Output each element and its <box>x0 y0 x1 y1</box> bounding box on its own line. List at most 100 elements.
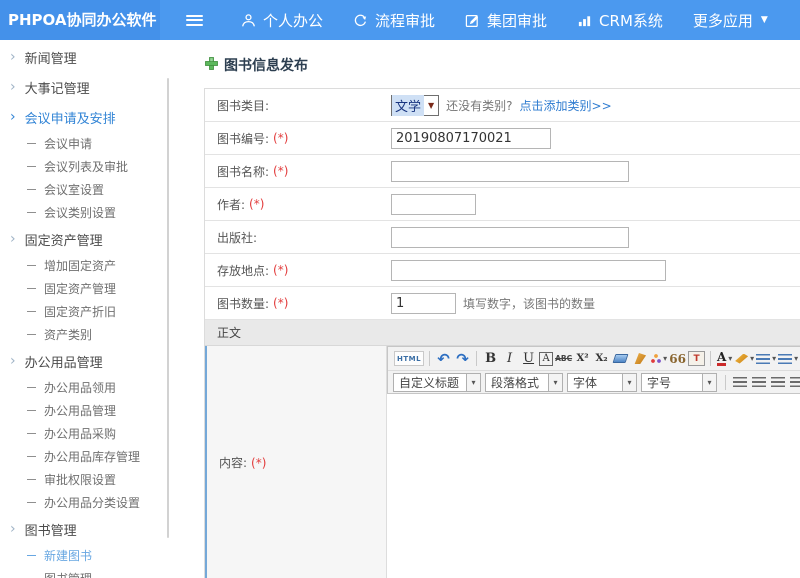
caret-down-icon: ▾ <box>728 354 732 363</box>
book-category-select[interactable]: 文学 ▼ <box>391 95 439 116</box>
strikethrough-button[interactable]: ABC <box>555 349 572 368</box>
font-style-button[interactable]: A <box>539 352 553 366</box>
sidebar-item-label: 图书管理 <box>44 570 92 578</box>
sidebar-item-meeting-category-settings[interactable]: 会议类别设置 <box>0 201 178 224</box>
required-marker: (*) <box>249 197 264 211</box>
paste-as-text-button[interactable]: T <box>688 351 705 366</box>
sidebar-item-fixed-assets[interactable]: › 固定资产管理 <box>0 224 178 254</box>
sidebar-item-book-management[interactable]: ›图书管理 <box>0 514 178 544</box>
caret-down-icon: ▾ <box>622 374 636 391</box>
book-number-input[interactable] <box>391 128 551 149</box>
sidebar-item-fixed-asset-depreciation[interactable]: 固定资产折旧 <box>0 300 178 323</box>
sidebar-item-meeting-apply-arrange[interactable]: ›会议申请及安排 <box>0 102 178 132</box>
nav-personal-office[interactable]: 个人办公 <box>241 10 323 31</box>
sidebar-item-label: 大事记管理 <box>25 78 90 97</box>
book-quantity-input[interactable] <box>391 293 456 314</box>
sidebar-item-book-management-sub[interactable]: 图书管理 <box>0 567 178 578</box>
sidebar-item-supplies-claim[interactable]: 办公用品领用 <box>0 376 178 399</box>
sidebar-item-meeting-room-settings[interactable]: 会议室设置 <box>0 178 178 201</box>
sidebar-item-label: 办公用品采购 <box>44 425 116 442</box>
toolbar-separator <box>429 351 430 366</box>
html-source-button[interactable]: HTML <box>394 351 424 366</box>
italic-button[interactable]: I <box>501 349 518 368</box>
align-left-button[interactable] <box>731 373 748 392</box>
storage-location-input[interactable] <box>391 260 666 281</box>
broom-icon <box>633 353 646 364</box>
ordered-list-button[interactable]: ▾ <box>756 349 776 368</box>
format-paint-button[interactable]: ▾ <box>650 349 667 368</box>
sidebar-item-office-supplies[interactable]: ›办公用品管理 <box>0 346 178 376</box>
book-number-row: 图书编号:(*) <box>205 122 800 155</box>
chevron-right-icon: › <box>10 110 16 124</box>
dash-icon <box>27 456 36 457</box>
unordered-list-button[interactable]: ▾ <box>778 349 798 368</box>
select-caret-icon: ▼ <box>424 101 438 110</box>
sidebar-scrollbar[interactable] <box>167 78 169 538</box>
undo-button[interactable]: ↶ <box>435 349 452 368</box>
bold-button[interactable]: B <box>482 349 499 368</box>
sidebar-item-fixed-asset-management[interactable]: 固定资产管理 <box>0 277 178 300</box>
align-center-button[interactable] <box>750 373 767 392</box>
redo-button[interactable]: ↷ <box>454 349 471 368</box>
dash-icon <box>27 334 36 335</box>
field-label: 图书编号:(*) <box>205 130 385 147</box>
caret-down-icon: ▾ <box>794 354 798 363</box>
superscript-button[interactable]: X² <box>574 349 591 368</box>
edit-icon <box>465 13 480 28</box>
paragraph-format-select[interactable]: 段落格式▾ <box>485 373 563 392</box>
font-size-select[interactable]: 字号▾ <box>641 373 717 392</box>
sidebar-item-label: 办公用品分类设置 <box>44 494 140 511</box>
sidebar-item-label: 资产类别 <box>44 326 92 343</box>
sidebar-item-approval-permission-settings[interactable]: 审批权限设置 <box>0 468 178 491</box>
sidebar-item-events-management[interactable]: › 大事记管理 <box>0 72 178 102</box>
sidebar-item-news-management[interactable]: ›新闻管理 <box>0 42 178 72</box>
add-category-link[interactable]: 点击添加类别>> <box>520 97 612 114</box>
nav-group-approval[interactable]: 集团审批 <box>465 10 547 31</box>
format-brush-button[interactable] <box>631 349 648 368</box>
publisher-input[interactable] <box>391 227 629 248</box>
sidebar-item-supplies-inventory[interactable]: 办公用品库存管理 <box>0 445 178 468</box>
dash-icon <box>27 311 36 312</box>
sidebar-item-label: 审批权限设置 <box>44 471 116 488</box>
editor-content-area[interactable] <box>387 394 800 578</box>
label-text: 图书编号: <box>217 130 269 147</box>
page-title-text: 图书信息发布 <box>224 55 308 75</box>
ordered-list-icon <box>756 354 770 364</box>
sidebar-item-meeting-list-approval[interactable]: 会议列表及审批 <box>0 155 178 178</box>
blockquote-button[interactable]: 66 <box>669 349 686 368</box>
dash-icon <box>27 265 36 266</box>
custom-title-select[interactable]: 自定义标题▾ <box>393 373 481 392</box>
sidebar-item-label: 会议室设置 <box>44 181 104 198</box>
chevron-right-icon: › <box>10 80 16 94</box>
main-content: 图书信息发布 图书类目: 文学 ▼ 还没有类别? 点击添加类别>> 图书编号:(… <box>204 40 800 578</box>
select-value: 字体 <box>568 374 622 391</box>
highlight-pen-button[interactable]: ▾ <box>735 349 754 368</box>
nav-process-approval[interactable]: 流程审批 <box>353 10 435 31</box>
chevron-right-icon: › <box>10 232 16 246</box>
sidebar-item-supplies-category-settings[interactable]: 办公用品分类设置 <box>0 491 178 514</box>
sidebar-item-supplies-purchase[interactable]: 办公用品采购 <box>0 422 178 445</box>
font-color-button[interactable]: A▾ <box>716 349 733 368</box>
sidebar-item-meeting-apply[interactable]: 会议申请 <box>0 132 178 155</box>
nav-label: 流程审批 <box>375 10 435 31</box>
sidebar-item-new-book[interactable]: 新建图书 <box>0 544 178 567</box>
author-input[interactable] <box>391 194 476 215</box>
align-right-button[interactable] <box>769 373 786 392</box>
eraser-button[interactable] <box>612 349 629 368</box>
nav-label: 集团审批 <box>487 10 547 31</box>
subscript-button[interactable]: X₂ <box>593 349 610 368</box>
field-label: 出版社: <box>205 229 385 246</box>
sidebar-item-label: 固定资产管理 <box>25 230 103 249</box>
sidebar-item-supplies-management[interactable]: 办公用品管理 <box>0 399 178 422</box>
sidebar-item-add-fixed-asset[interactable]: 增加固定资产 <box>0 254 178 277</box>
sidebar-item-asset-category[interactable]: 资产类别 <box>0 323 178 346</box>
toolbar-separator <box>710 351 711 366</box>
caret-down-icon: ▼ <box>761 15 768 25</box>
nav-crm-system[interactable]: CRM系统 <box>577 10 663 31</box>
font-family-select[interactable]: 字体▾ <box>567 373 637 392</box>
nav-more-apps[interactable]: 更多应用 ▼ <box>693 10 768 31</box>
align-justify-button[interactable] <box>788 373 800 392</box>
book-name-input[interactable] <box>391 161 629 182</box>
underline-button[interactable]: U <box>520 349 537 368</box>
hamburger-menu-icon[interactable] <box>186 15 203 26</box>
